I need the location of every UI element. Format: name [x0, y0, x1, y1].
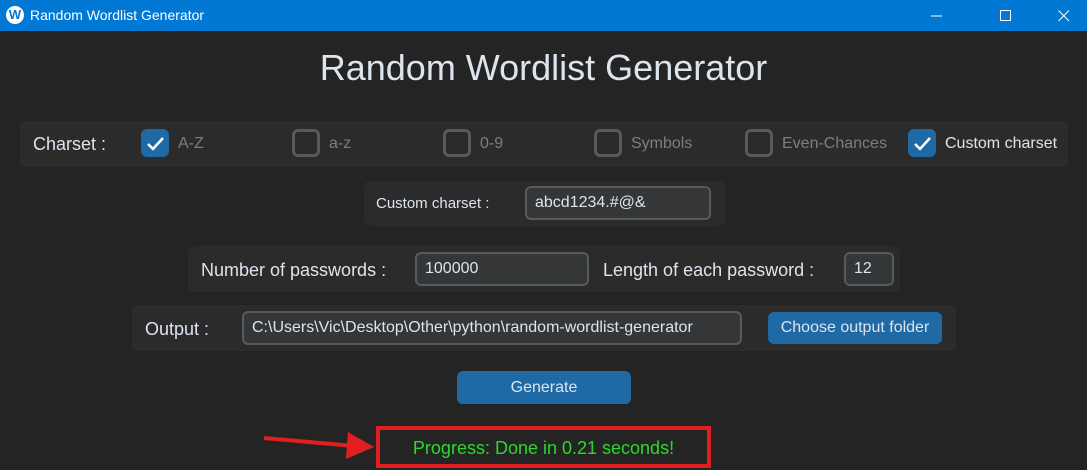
output-path-input[interactable]: C:\Users\Vic\Desktop\Other\python\random…: [242, 311, 742, 345]
minimize-icon: [931, 15, 942, 17]
page-title: Random Wordlist Generator: [319, 47, 768, 88]
password-length-label: Length of each password :: [603, 260, 815, 280]
custom-charset-input[interactable]: abcd1234.#@&: [525, 186, 711, 220]
progress-highlight-box: Progress: Done in 0.21 seconds!: [376, 426, 711, 468]
annotation-arrow-icon: [263, 432, 374, 459]
close-button[interactable]: [1041, 0, 1087, 31]
checkbox-even-chances-label[interactable]: Even-Chances: [782, 134, 887, 154]
number-of-passwords-input[interactable]: 100000: [415, 252, 589, 286]
checkmark-icon: [147, 137, 164, 151]
app-logo-icon: W: [6, 6, 24, 24]
custom-charset-label: Custom charset :: [376, 195, 490, 212]
checkbox-symbols-label[interactable]: Symbols: [631, 134, 692, 154]
maximize-icon: [1000, 10, 1011, 21]
number-of-passwords-label: Number of passwords :: [201, 260, 387, 280]
window-title: Random Wordlist Generator: [30, 7, 205, 23]
choose-output-folder-button[interactable]: Choose output folder: [768, 312, 942, 344]
checkbox-a-z-label[interactable]: A-Z: [178, 134, 204, 154]
generate-button[interactable]: Generate: [457, 371, 631, 404]
checkmark-icon: [914, 137, 931, 151]
checkbox-custom-charset-label[interactable]: Custom charset: [945, 134, 1057, 154]
checkbox-even-chances[interactable]: [745, 129, 773, 157]
minimize-button[interactable]: [914, 0, 960, 31]
password-length-input[interactable]: 12: [844, 252, 894, 286]
charset-label: Charset :: [33, 134, 107, 154]
checkbox-lowercase[interactable]: [292, 129, 320, 157]
checkbox-digits[interactable]: [443, 129, 471, 157]
checkbox-custom-charset[interactable]: [908, 129, 936, 157]
checkbox-digits-label[interactable]: 0-9: [480, 134, 503, 154]
close-icon: [1058, 10, 1070, 22]
checkbox-lowercase-label[interactable]: a-z: [329, 134, 351, 154]
output-label: Output :: [145, 319, 210, 339]
custom-charset-panel: Custom charset : abcd1234.#@&: [364, 181, 725, 226]
checkbox-a-z[interactable]: [141, 129, 169, 157]
output-panel: Output : C:\Users\Vic\Desktop\Other\pyth…: [132, 305, 956, 351]
checkbox-symbols[interactable]: [594, 129, 622, 157]
charset-panel: Charset : A-Z a-z 0-9 Symbols Even-Chanc…: [20, 121, 1068, 167]
progress-status: Progress: Done in 0.21 seconds!: [412, 438, 675, 458]
title-bar[interactable]: W Random Wordlist Generator: [0, 0, 1087, 31]
maximize-button[interactable]: [983, 0, 1029, 31]
password-settings-panel: Number of passwords : 100000 Length of e…: [188, 246, 900, 292]
